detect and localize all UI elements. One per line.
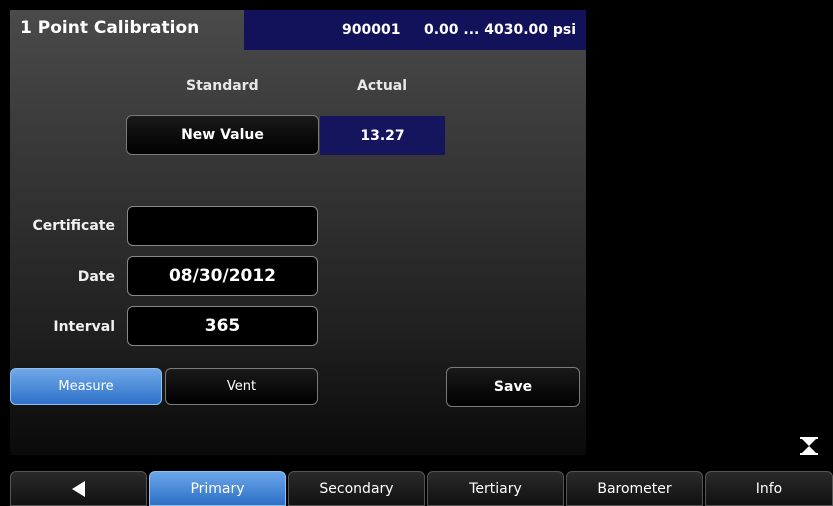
tab-primary[interactable]: Primary: [149, 471, 286, 506]
date-label: Date: [77, 269, 115, 285]
measure-button[interactable]: Measure: [10, 368, 162, 405]
sensor-range: 0.00 ... 4030.00 psi: [424, 22, 577, 38]
vent-button[interactable]: Vent: [165, 368, 318, 405]
tab-secondary[interactable]: Secondary: [288, 471, 425, 506]
certificate-field[interactable]: [127, 206, 318, 246]
interval-field[interactable]: 365: [127, 306, 318, 346]
back-arrow-icon: [72, 480, 85, 497]
tab-tertiary[interactable]: Tertiary: [427, 471, 564, 506]
actual-column-header: Actual: [357, 78, 408, 94]
standard-column-header: Standard: [186, 78, 259, 94]
certificate-label: Certificate: [32, 218, 115, 234]
sensor-range-box: 900001 0.00 ... 4030.00 psi: [244, 10, 586, 50]
date-field[interactable]: 08/30/2012: [127, 256, 318, 296]
save-button[interactable]: Save: [446, 367, 580, 407]
tab-back[interactable]: [10, 471, 147, 506]
page-title: 1 Point Calibration: [20, 18, 200, 38]
tab-barometer[interactable]: Barometer: [566, 471, 703, 506]
interval-label: Interval: [53, 319, 115, 335]
hourglass-icon: [800, 437, 818, 455]
actual-value-display: 13.27: [320, 116, 445, 155]
sensor-serial: 900001: [342, 22, 401, 38]
new-value-button[interactable]: New Value: [126, 115, 319, 155]
tab-info[interactable]: Info: [705, 471, 833, 506]
